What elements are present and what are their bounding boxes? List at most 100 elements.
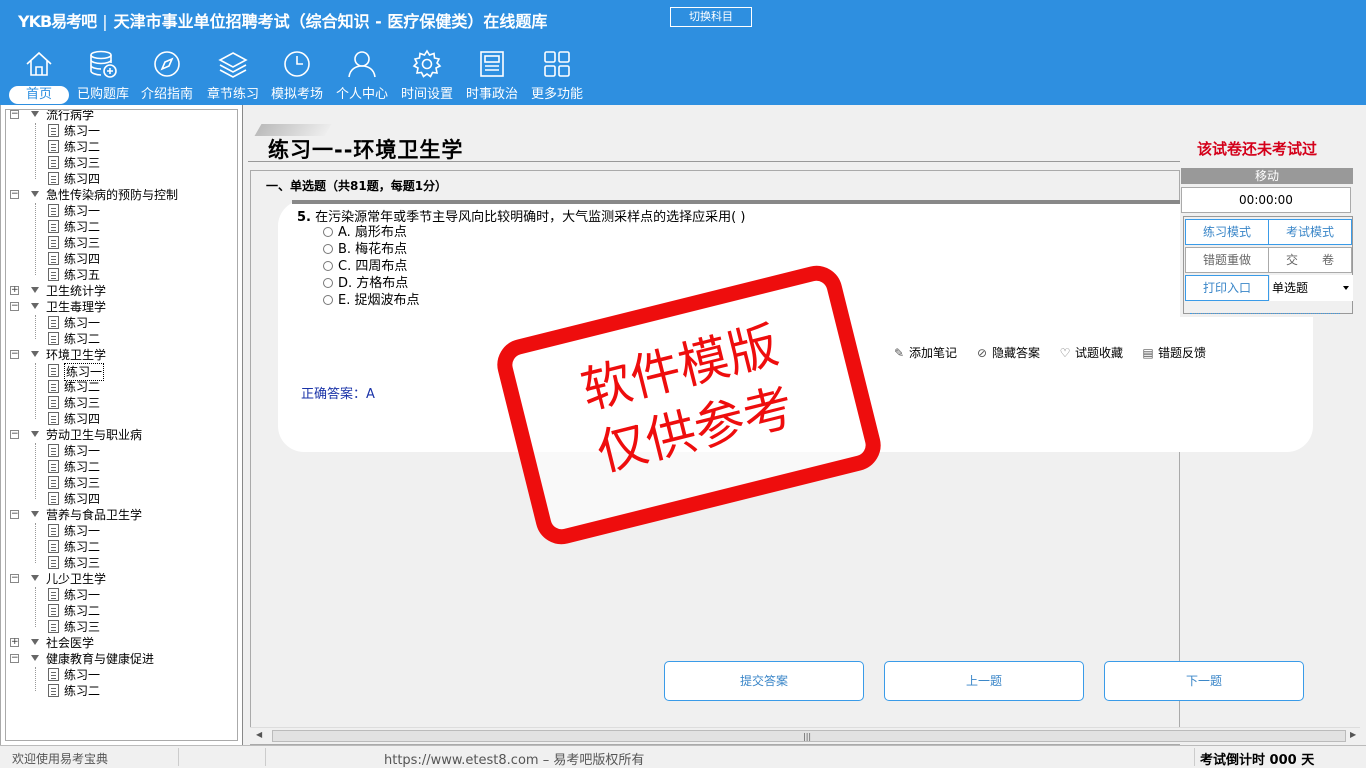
collapse-icon[interactable]: − bbox=[10, 302, 19, 311]
tree-item-label: 练习一 bbox=[64, 444, 101, 458]
nav-time-settings-label: 时间设置 bbox=[400, 87, 453, 102]
nav-guide[interactable]: 介绍指南 bbox=[136, 48, 198, 104]
switch-subject-button[interactable]: 切换科目 bbox=[670, 7, 752, 27]
app-header: YKB易考吧 | 天津市事业单位招聘考试（综合知识 - 医疗保健类）在线题库 切换科… bbox=[0, 0, 1366, 105]
document-icon bbox=[48, 380, 59, 393]
horizontal-scrollbar[interactable]: ◀ ||| ▶ bbox=[250, 727, 1360, 744]
hide-answer-button[interactable]: ⊘ 隐藏答案 bbox=[976, 344, 1040, 361]
database-icon bbox=[90, 50, 117, 78]
exam-mode-button[interactable]: 考试模式 bbox=[1268, 219, 1352, 245]
redo-wrong-button[interactable]: 错题重做 bbox=[1185, 247, 1269, 273]
section-heading: 一、单选题（共81题，每题1分） bbox=[266, 179, 448, 193]
option-d[interactable]: D. 方格布点 bbox=[323, 275, 408, 292]
grip-icon: ||| bbox=[803, 732, 812, 741]
nav-time-settings[interactable]: 时间设置 bbox=[396, 48, 458, 104]
nav-profile[interactable]: 个人中心 bbox=[331, 48, 393, 104]
scrollbar-thumb[interactable]: ||| bbox=[272, 730, 1346, 742]
hand-in-button[interactable]: 交 卷 bbox=[1268, 247, 1352, 273]
newspaper-icon bbox=[480, 51, 504, 77]
nav-purchased-label: 已购题库 bbox=[76, 87, 129, 102]
radio-icon[interactable] bbox=[323, 227, 333, 237]
radio-icon[interactable] bbox=[323, 295, 333, 305]
tree-group-label: 营养与食品卫生学 bbox=[46, 508, 143, 522]
tree-guide-line bbox=[35, 363, 36, 419]
tree-group-label: 劳动卫生与职业病 bbox=[46, 428, 143, 442]
document-icon bbox=[48, 332, 59, 345]
option-a[interactable]: A. 扇形布点 bbox=[323, 224, 407, 241]
folder-arrow-icon bbox=[31, 431, 39, 437]
collapse-icon[interactable]: − bbox=[10, 654, 19, 663]
side-divider bbox=[1190, 313, 1340, 314]
option-e[interactable]: E. 捉烟波布点 bbox=[323, 292, 419, 309]
tree-item-label: 练习五 bbox=[64, 268, 101, 282]
question-number: 5. bbox=[297, 210, 311, 225]
tree-group-label: 健康教育与健康促进 bbox=[46, 652, 155, 666]
document-icon bbox=[48, 412, 59, 425]
expand-icon[interactable]: + bbox=[10, 638, 19, 647]
document-icon bbox=[48, 172, 59, 185]
question-type-select[interactable]: 单选题 bbox=[1270, 275, 1353, 301]
collapse-icon[interactable]: − bbox=[10, 110, 19, 119]
print-button[interactable]: 打印入口 bbox=[1185, 275, 1269, 301]
option-b[interactable]: B. 梅花布点 bbox=[323, 241, 407, 258]
nav-chapter-label: 章节练习 bbox=[206, 87, 259, 102]
document-icon bbox=[48, 396, 59, 409]
nav-mock-exam[interactable]: 模拟考场 bbox=[266, 48, 328, 104]
option-label: C. 四周布点 bbox=[338, 259, 408, 274]
radio-icon[interactable] bbox=[323, 244, 333, 254]
document-icon bbox=[48, 540, 59, 553]
status-bar: 欢迎使用易考宝典 https://www.etest8.com – 易考吧版权所… bbox=[0, 745, 1366, 768]
radio-icon[interactable] bbox=[323, 278, 333, 288]
nav-chapter[interactable]: 章节练习 bbox=[202, 48, 264, 104]
feedback-button[interactable]: ▤ 错题反馈 bbox=[1142, 344, 1206, 361]
document-icon bbox=[48, 236, 59, 249]
correct-answer: 正确答案：A bbox=[301, 387, 375, 402]
collapse-icon[interactable]: − bbox=[10, 190, 19, 199]
scroll-left-icon[interactable]: ◀ bbox=[256, 730, 262, 739]
next-question-button[interactable]: 下一题 bbox=[1104, 661, 1304, 701]
tree-group-label: 环境卫生学 bbox=[46, 348, 107, 362]
document-icon bbox=[48, 364, 59, 377]
prev-question-button[interactable]: 上一题 bbox=[884, 661, 1084, 701]
document-icon bbox=[48, 524, 59, 537]
nav-current-affairs[interactable]: 时事政治 bbox=[461, 48, 523, 104]
tree-guide-line bbox=[35, 315, 36, 339]
tree-guide-line bbox=[35, 667, 36, 691]
document-icon bbox=[48, 252, 59, 265]
tree-item-label: 练习一 bbox=[64, 124, 101, 138]
tree-item-label: 练习四 bbox=[64, 172, 101, 186]
collapse-icon[interactable]: − bbox=[10, 430, 19, 439]
nav-purchased[interactable]: 已购题库 bbox=[72, 48, 134, 104]
folder-arrow-icon bbox=[31, 287, 39, 293]
nav-more[interactable]: 更多功能 bbox=[526, 48, 588, 104]
scroll-right-icon[interactable]: ▶ bbox=[1350, 730, 1356, 739]
option-label: B. 梅花布点 bbox=[338, 242, 408, 257]
clock-icon bbox=[284, 51, 310, 77]
tool-label: 添加笔记 bbox=[909, 346, 958, 360]
option-c[interactable]: C. 四周布点 bbox=[323, 258, 407, 275]
tree-item-label: 练习一 bbox=[64, 204, 101, 218]
collapse-icon[interactable]: − bbox=[10, 510, 19, 519]
nav-home[interactable]: 首页 bbox=[8, 48, 70, 104]
expand-icon[interactable]: + bbox=[10, 286, 19, 295]
collapse-icon[interactable]: − bbox=[10, 350, 19, 359]
tree-item-label: 练习二 bbox=[64, 380, 101, 394]
tree-item-label: 练习二 bbox=[64, 540, 101, 554]
radio-icon[interactable] bbox=[323, 261, 333, 271]
tree-item-label: 练习三 bbox=[64, 156, 101, 170]
folder-arrow-icon bbox=[31, 655, 39, 661]
submit-answer-button[interactable]: 提交答案 bbox=[664, 661, 864, 701]
collapse-icon[interactable]: − bbox=[10, 574, 19, 583]
nav-mock-exam-label: 模拟考场 bbox=[270, 87, 323, 102]
add-note-button[interactable]: ✎ 添加笔记 bbox=[893, 344, 957, 361]
app-title: 天津市事业单位招聘考试（综合知识 - 医疗保健类）在线题库 bbox=[113, 12, 548, 31]
practice-mode-button[interactable]: 练习模式 bbox=[1185, 219, 1269, 245]
document-icon bbox=[48, 476, 59, 489]
favorite-button[interactable]: ♡ 试题收藏 bbox=[1059, 344, 1123, 361]
tree-item-label: 练习三 bbox=[64, 476, 101, 490]
folder-arrow-icon bbox=[31, 303, 39, 309]
tree-group-label: 社会医学 bbox=[46, 636, 95, 650]
side-panel-header[interactable]: 移动 bbox=[1181, 168, 1353, 184]
document-icon bbox=[48, 220, 59, 233]
tree-group-label: 卫生统计学 bbox=[46, 284, 107, 298]
